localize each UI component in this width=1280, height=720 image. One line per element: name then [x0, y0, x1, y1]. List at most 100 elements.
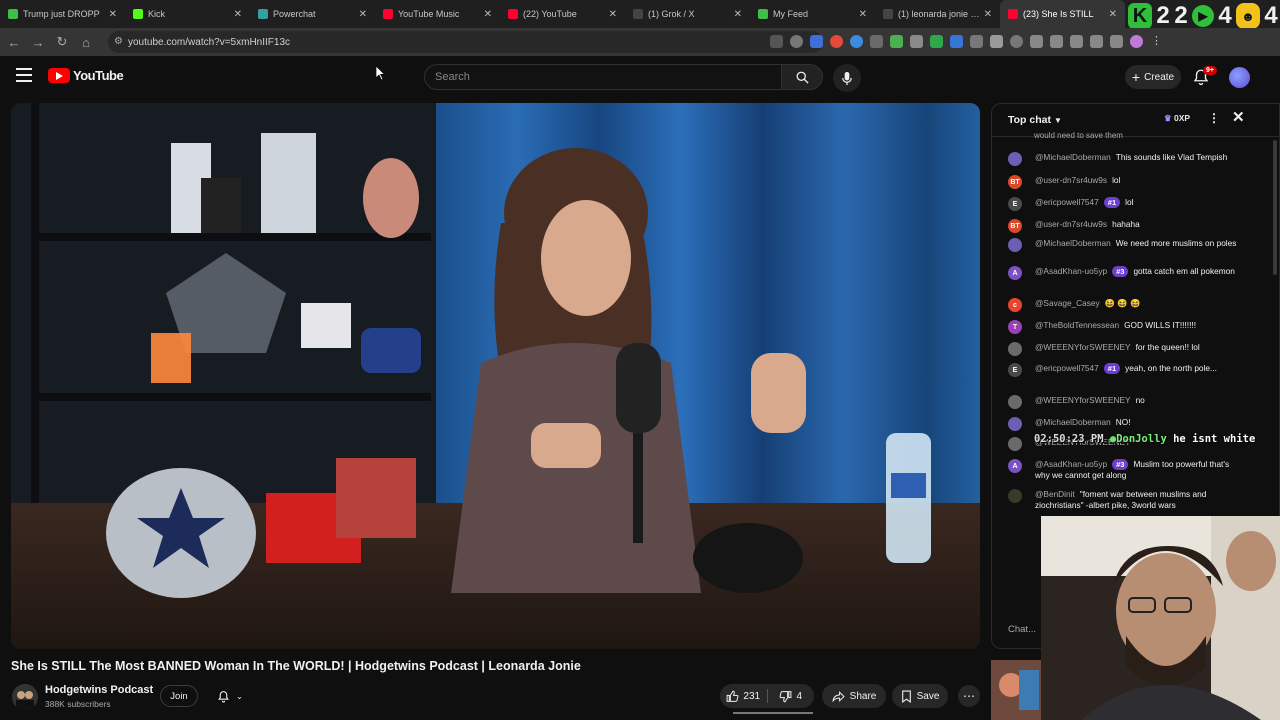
extension-icon[interactable]: [910, 35, 923, 48]
chat-author-avatar[interactable]: BT: [1008, 219, 1022, 233]
chat-author-name[interactable]: @MichaelDoberman: [1035, 152, 1111, 162]
chat-message[interactable]: BT @user-dn7sr4uw9s hahaha: [1008, 219, 1238, 233]
dislike-button[interactable]: 4: [768, 684, 815, 708]
extension-icon[interactable]: [1090, 35, 1103, 48]
chat-author-name[interactable]: @TheBoldTennessean: [1035, 320, 1119, 330]
chat-message[interactable]: @WEEENYforSWEENEY no: [1008, 395, 1238, 409]
youtube-logo[interactable]: YouTube: [48, 68, 124, 83]
tab-close-icon[interactable]: ✕: [109, 9, 117, 20]
chat-author-avatar[interactable]: c: [1008, 298, 1022, 312]
chat-message[interactable]: @BenDinit "foment war between muslims and…: [1008, 489, 1238, 511]
url-field[interactable]: ⚙ youtube.com/watch?v=5xmHnIIF13c: [108, 31, 823, 53]
tab-close-icon[interactable]: ✕: [609, 9, 617, 20]
join-button[interactable]: Join: [160, 685, 198, 707]
share-button[interactable]: Share: [822, 684, 886, 708]
chat-message[interactable]: c @Savage_Casey 😆 😆 😆: [1008, 298, 1238, 312]
chat-input[interactable]: Chat...: [1008, 624, 1036, 635]
video-player[interactable]: [11, 103, 980, 649]
chat-author-name[interactable]: @AsadKhan-uo5yp: [1035, 266, 1107, 276]
xp-badge[interactable]: ♛ 0XP: [1164, 113, 1190, 124]
chat-author-avatar[interactable]: E: [1008, 363, 1022, 377]
extension-icon[interactable]: [810, 35, 823, 48]
search-input[interactable]: Search: [424, 64, 782, 90]
chat-message[interactable]: T @TheBoldTennessean GOD WILLS IT!!!!!!!: [1008, 320, 1238, 334]
extension-icon[interactable]: [970, 35, 983, 48]
profile-icon[interactable]: [1130, 35, 1143, 48]
extension-icon[interactable]: [1030, 35, 1043, 48]
forward-icon[interactable]: →: [26, 35, 50, 50]
chat-author-name[interactable]: @MichaelDoberman: [1035, 417, 1111, 427]
chat-author-name[interactable]: @MichaelDoberman: [1035, 238, 1111, 248]
tab-close-icon[interactable]: ✕: [859, 9, 867, 20]
tab-close-icon[interactable]: ✕: [359, 9, 367, 20]
browser-tab[interactable]: (1) Grok / X ✕: [625, 0, 750, 28]
chat-message[interactable]: BT @user-dn7sr4uw9s lol: [1008, 175, 1238, 189]
create-button[interactable]: + Create: [1125, 65, 1181, 89]
extension-icon[interactable]: [890, 35, 903, 48]
browser-tab[interactable]: (1) leonarda jonie - S ✕: [875, 0, 1000, 28]
like-button[interactable]: 231: [720, 684, 767, 708]
back-icon[interactable]: ←: [2, 35, 26, 50]
chat-author-name[interactable]: @ericpowell7547: [1035, 363, 1099, 373]
chat-author-avatar[interactable]: [1008, 238, 1022, 252]
save-button[interactable]: Save: [892, 684, 948, 708]
chat-message[interactable]: E @ericpowell7547 #1 lol: [1008, 197, 1238, 211]
browser-tab[interactable]: My Feed ✕: [750, 0, 875, 28]
account-avatar[interactable]: [1229, 67, 1250, 88]
hamburger-menu-icon[interactable]: [16, 68, 32, 82]
chat-author-avatar[interactable]: [1008, 152, 1022, 166]
chat-message[interactable]: @WEEENYforSWEENEY for the queen!! lol: [1008, 342, 1238, 356]
chat-author-avatar[interactable]: T: [1008, 320, 1022, 334]
extension-icon[interactable]: [950, 35, 963, 48]
devtools-icon[interactable]: [1050, 35, 1063, 48]
puzzle-icon[interactable]: [990, 35, 1003, 48]
chat-author-name[interactable]: @WEEENYforSWEENEY: [1035, 342, 1131, 352]
browser-menu-icon[interactable]: ⋮: [1150, 35, 1163, 48]
browser-tab[interactable]: YouTube Music ✕: [375, 0, 500, 28]
chat-author-avatar[interactable]: A: [1008, 266, 1022, 280]
chat-author-name[interactable]: @BenDinit: [1035, 489, 1075, 499]
chat-author-avatar[interactable]: [1008, 437, 1022, 451]
reload-icon[interactable]: ↻: [50, 34, 74, 50]
home-icon[interactable]: ⌂: [74, 35, 98, 50]
bookmark-star-icon[interactable]: [790, 35, 803, 48]
tab-close-icon[interactable]: ✕: [234, 9, 242, 20]
chat-message[interactable]: A @AsadKhan-uo5yp #3 gotta catch em all pok…: [1008, 266, 1238, 280]
tab-close-icon[interactable]: ✕: [1109, 9, 1117, 20]
chat-message[interactable]: E @ericpowell7547 #1 yeah, on the north pol…: [1008, 363, 1238, 377]
channel-avatar[interactable]: [12, 684, 38, 710]
voice-search-button[interactable]: [833, 64, 861, 92]
browser-tab[interactable]: Powerchat ✕: [250, 0, 375, 28]
sidepanel-icon[interactable]: [1070, 35, 1083, 48]
chat-author-avatar[interactable]: BT: [1008, 175, 1022, 189]
chat-scrollbar[interactable]: [1273, 140, 1277, 275]
chat-message[interactable]: @MichaelDoberman We need more muslims on …: [1008, 238, 1238, 252]
chat-message[interactable]: @MichaelDoberman This sounds like Vlad Te…: [1008, 152, 1238, 166]
tab-close-icon[interactable]: ✕: [484, 9, 492, 20]
site-info-icon[interactable]: ⚙: [114, 36, 123, 47]
chat-author-avatar[interactable]: [1008, 395, 1022, 409]
chat-message[interactable]: @MichaelDoberman NO!: [1008, 417, 1238, 431]
chat-menu-icon[interactable]: ⋮: [1208, 111, 1220, 125]
top-chat-dropdown[interactable]: Top chat: [1008, 114, 1051, 126]
chat-author-name[interactable]: @ericpowell7547: [1035, 197, 1099, 207]
extension-icon[interactable]: [1110, 35, 1123, 48]
chat-author-name[interactable]: @AsadKhan-uo5yp: [1035, 459, 1107, 469]
extension-icon[interactable]: [830, 35, 843, 48]
browser-tab[interactable]: (23) She Is STILL ✕: [1000, 0, 1125, 28]
chat-author-avatar[interactable]: [1008, 342, 1022, 356]
chat-author-avatar[interactable]: [1008, 417, 1022, 431]
browser-tab[interactable]: Kick ✕: [125, 0, 250, 28]
more-actions-icon[interactable]: ⋯: [958, 685, 980, 707]
browser-tab[interactable]: (22) YouTube ✕: [500, 0, 625, 28]
subscription-bell-button[interactable]: ⌄: [207, 685, 253, 707]
install-icon[interactable]: [770, 35, 783, 48]
chat-author-name[interactable]: @user-dn7sr4uw9s: [1035, 219, 1107, 229]
tab-close-icon[interactable]: ✕: [984, 9, 992, 20]
channel-name[interactable]: Hodgetwins Podcast: [45, 684, 153, 696]
chat-author-avatar[interactable]: A: [1008, 459, 1022, 473]
chat-author-name[interactable]: @WEEENYforSWEENEY: [1035, 395, 1131, 405]
extension-icon[interactable]: [870, 35, 883, 48]
chat-author-avatar[interactable]: E: [1008, 197, 1022, 211]
history-icon[interactable]: [1010, 35, 1023, 48]
